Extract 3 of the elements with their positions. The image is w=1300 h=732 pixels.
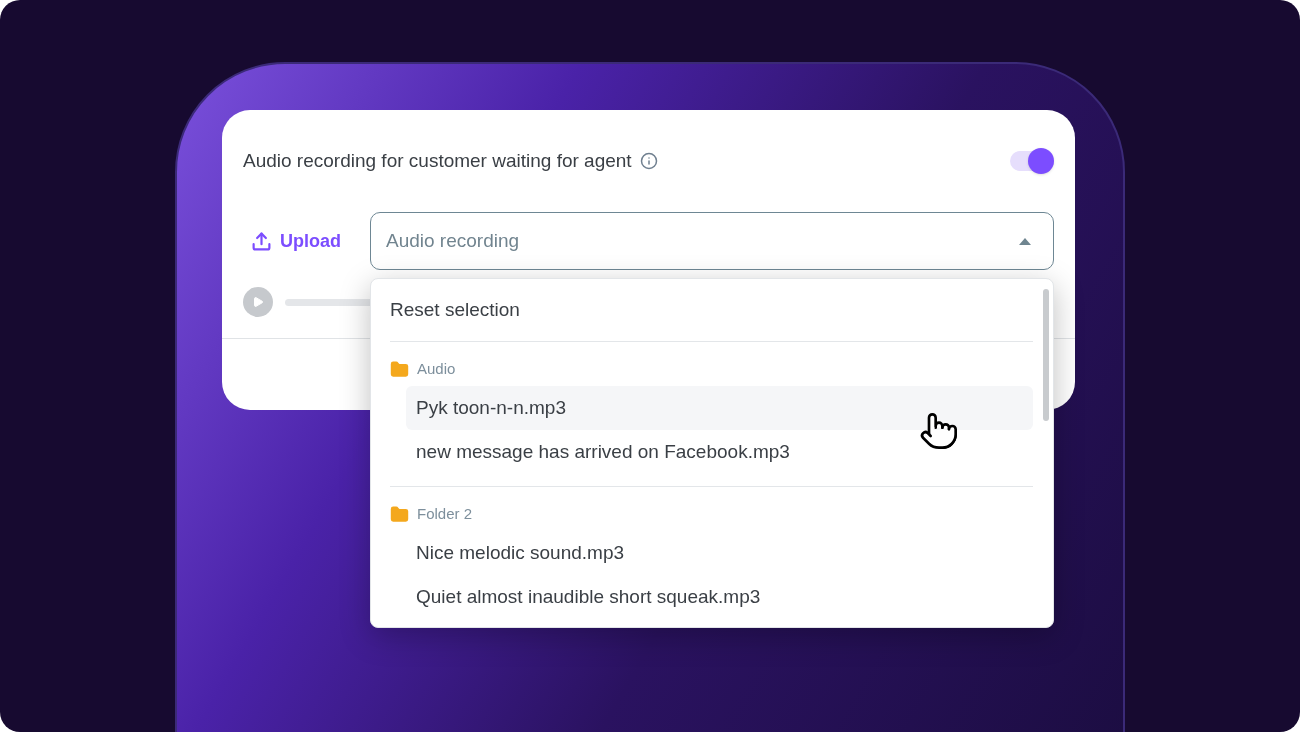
folder-label: Audio — [417, 358, 456, 379]
folder-label: Folder 2 — [417, 503, 473, 524]
setting-label: Audio recording for customer waiting for agent — [243, 148, 632, 173]
